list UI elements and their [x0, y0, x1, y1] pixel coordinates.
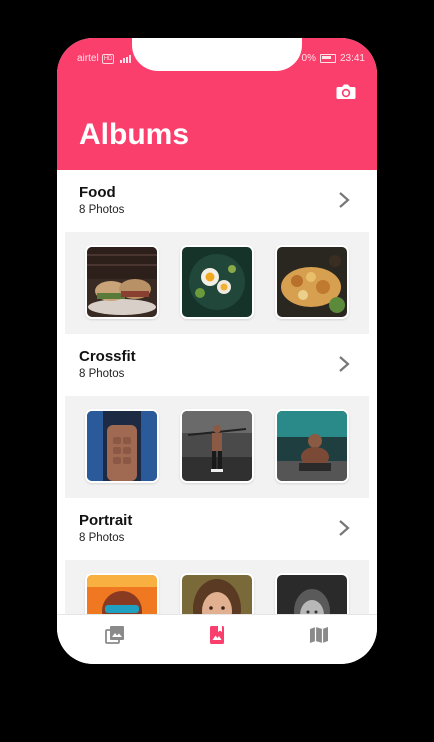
- album-row-crossfit[interactable]: Crossfit 8 Photos: [57, 334, 377, 396]
- battery-percent: 0%: [301, 53, 316, 64]
- photos-icon[interactable]: [105, 625, 125, 645]
- album-name: Food: [79, 184, 116, 201]
- phone-frame: airtel HD 0% 23:41 Albums Food 8 Photos: [57, 38, 377, 664]
- woman-photo[interactable]: [180, 573, 254, 614]
- platter-photo[interactable]: [275, 245, 349, 319]
- status-bar-left: airtel HD: [77, 53, 132, 64]
- album-name: Portrait: [79, 512, 133, 529]
- status-bar-right: 0% 23:41: [302, 53, 365, 64]
- burger-photo[interactable]: [85, 245, 159, 319]
- athlete-photo[interactable]: [275, 409, 349, 483]
- page-title: Albums: [79, 118, 190, 151]
- map-icon[interactable]: [309, 625, 329, 645]
- bw-portrait-photo[interactable]: [275, 573, 349, 614]
- abs-photo[interactable]: [85, 409, 159, 483]
- albums-icon[interactable]: [207, 625, 227, 645]
- album-count: 8 Photos: [79, 204, 125, 216]
- thumbnail-strip: [65, 396, 369, 498]
- album-name: Crossfit: [79, 348, 136, 365]
- chevron-right-icon: [339, 356, 350, 372]
- carrier-label: airtel: [77, 53, 99, 64]
- album-count: 8 Photos: [79, 368, 125, 380]
- album-list: Food 8 Photos Crossfit 8 Photos Portrait…: [57, 170, 377, 614]
- man-photo[interactable]: [85, 573, 159, 614]
- battery-icon: [319, 54, 336, 63]
- clock: 23:41: [339, 53, 365, 64]
- notch: [132, 38, 302, 71]
- album-count: 8 Photos: [79, 532, 125, 544]
- album-row-portrait[interactable]: Portrait 8 Photos: [57, 498, 377, 560]
- camera-icon[interactable]: [335, 82, 357, 102]
- chevron-right-icon: [339, 520, 350, 536]
- bottom-navigation: [57, 614, 377, 664]
- album-row-food[interactable]: Food 8 Photos: [57, 170, 377, 232]
- chevron-right-icon: [339, 192, 350, 208]
- thumbnail-strip: [65, 232, 369, 334]
- gym-photo[interactable]: [180, 409, 254, 483]
- thumbnail-strip: [65, 560, 369, 614]
- network-badge: HD: [101, 53, 115, 64]
- signal-icon: [120, 54, 132, 63]
- salad-photo[interactable]: [180, 245, 254, 319]
